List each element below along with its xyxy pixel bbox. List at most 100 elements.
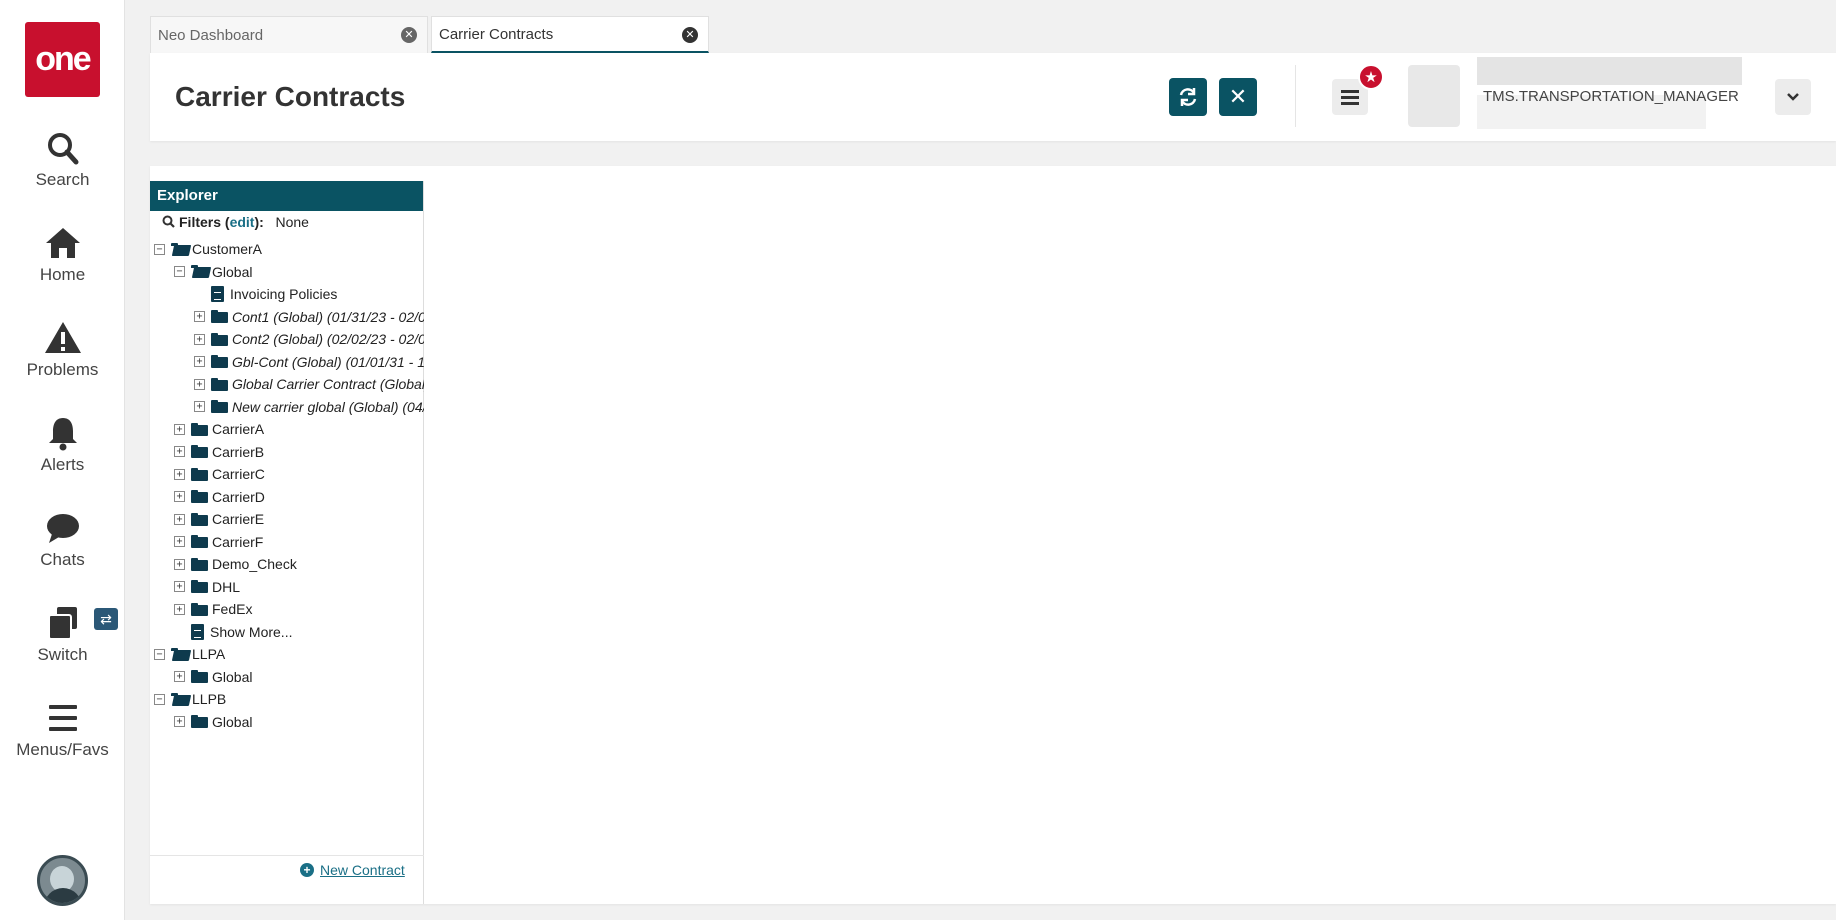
expand-toggle-icon[interactable]: + [194,311,205,322]
header-divider [1295,65,1296,127]
folder-icon [211,355,228,368]
nav-menus-favs[interactable]: Menus/Favs [0,700,125,760]
new-contract-label: New Contract [320,862,405,878]
user-info-placeholder [1477,57,1742,85]
expand-toggle-icon[interactable]: + [174,491,185,502]
nav-home-label: Home [39,265,86,284]
tree-node-label: New carrier global (Global) (04/01/23) [232,398,424,415]
user-avatar[interactable] [37,855,88,906]
tree-node[interactable]: − LLPA [154,644,225,664]
nav-home[interactable]: Home [0,225,125,285]
collapse-toggle-icon[interactable]: − [174,266,185,277]
tree-node-label: Global [212,263,253,280]
tree-node[interactable]: + Global Carrier Contract (Global) [194,374,424,394]
nav-chats[interactable]: Chats [0,510,125,570]
expand-toggle-icon[interactable]: + [174,603,185,615]
tree-node-label: Cont2 (Global) (02/02/23 - 02/03/23) [232,331,424,347]
expand-toggle-icon[interactable]: + [194,333,205,345]
tree-node[interactable]: + Global [174,667,252,687]
expand-toggle-icon[interactable]: + [174,513,185,525]
chat-icon [46,514,79,543]
tree-node[interactable]: + DHL [174,577,240,597]
refresh-icon [1179,88,1197,106]
close-page-button[interactable]: ✕ [1219,78,1257,116]
one-logo[interactable]: one [25,22,100,97]
tree-node-label: Global [212,668,253,685]
favorites-star-icon[interactable]: ★ [1358,64,1384,90]
tree-node[interactable]: + Demo_Check [174,554,297,574]
tree-node-label: Cont1 (Global) (01/31/23 - 02/01/23) [232,308,424,325]
tree-node[interactable]: + CarrierA [174,419,264,439]
tree-node-label: LLPA [192,646,226,662]
tree-node[interactable]: + New carrier global (Global) (04/01/23) [194,397,424,417]
switch-icon [47,607,77,640]
tree-node-label: CarrierD [212,488,265,505]
nav-search[interactable]: Search [0,130,125,190]
expand-toggle-icon[interactable]: + [194,401,205,412]
nav-problems[interactable]: Problems [0,320,125,380]
tree-node[interactable]: − CustomerA [154,239,262,259]
user-dropdown-button[interactable] [1775,79,1811,115]
tree-node-label: Global [212,713,253,730]
folder-icon [191,467,208,481]
expand-toggle-icon[interactable]: + [174,536,185,547]
search-icon [47,133,78,165]
folder-icon [211,332,228,346]
expand-toggle-icon[interactable]: + [174,423,185,435]
tree-node[interactable]: + CarrierD [174,487,265,507]
tree-node[interactable]: + CarrierF [174,532,263,552]
nav-alerts[interactable]: Alerts [0,415,125,475]
expand-toggle-icon[interactable]: + [194,356,205,367]
bell-icon [48,418,77,451]
tree-node[interactable]: + Gbl-Cont (Global) (01/01/31 - 12/31/31) [194,352,424,372]
folder-icon [191,715,208,728]
expand-toggle-icon[interactable]: + [174,558,185,570]
explorer-tree: − CustomerA − Global Invoicing Policies + Cont… [150,181,424,741]
expand-toggle-icon[interactable]: + [174,468,185,480]
folder-icon [191,445,208,458]
expand-toggle-icon[interactable]: + [174,716,185,727]
close-icon: ✕ [1228,84,1248,109]
hamburger-icon [1341,90,1359,105]
tree-node[interactable]: + CarrierC [174,464,265,484]
refresh-button[interactable] [1169,78,1207,116]
tab-carrier-contracts[interactable]: Carrier Contracts ✕ [431,16,709,53]
folder-icon [191,422,208,436]
tree-node[interactable]: + Cont2 (Global) (02/02/23 - 02/03/23) [194,329,424,349]
tree-node[interactable]: + Cont1 (Global) (01/31/23 - 02/01/23) [194,307,424,327]
tree-node-label: CarrierE [212,511,265,527]
folder-open-icon [171,692,188,706]
close-tab-icon[interactable]: ✕ [682,27,698,43]
tree-node[interactable]: + CarrierB [174,442,264,462]
expand-toggle-icon[interactable]: + [174,446,185,457]
tree-node[interactable]: − Global [174,262,252,282]
folder-icon [191,490,208,503]
collapse-toggle-icon[interactable]: − [154,243,165,255]
tree-node[interactable]: Show More... [174,622,292,642]
tree-node[interactable]: Invoicing Policies [194,284,337,304]
document-icon [191,623,204,640]
folder-icon [191,557,208,571]
switch-arrows-icon[interactable]: ⇄ [94,608,118,630]
new-contract-link[interactable]: + New Contract [300,862,405,878]
expand-toggle-icon[interactable]: + [194,378,205,390]
tree-node[interactable]: − LLPB [154,689,226,709]
tree-node[interactable]: + FedEx [174,599,252,619]
close-tab-icon[interactable]: ✕ [401,27,417,43]
warning-icon [44,322,81,353]
folder-open-icon [171,647,188,661]
expand-toggle-icon[interactable]: + [174,671,185,682]
expand-toggle-icon[interactable]: + [174,581,185,592]
page-title: Carrier Contracts [175,81,406,112]
folder-icon [191,602,208,616]
nav-search-label: Search [35,170,90,189]
collapse-toggle-icon[interactable]: − [154,648,165,660]
user-photo-placeholder [1408,65,1460,127]
tab-neo-dashboard[interactable]: Neo Dashboard ✕ [150,16,428,53]
tree-node-label: CarrierC [212,466,265,482]
tree-node-label: Invoicing Policies [230,286,338,302]
tree-node[interactable]: + CarrierE [174,509,264,529]
collapse-toggle-icon[interactable]: − [154,693,165,705]
tree-node[interactable]: + Global [174,712,252,732]
chevron-down-icon [1787,93,1799,101]
